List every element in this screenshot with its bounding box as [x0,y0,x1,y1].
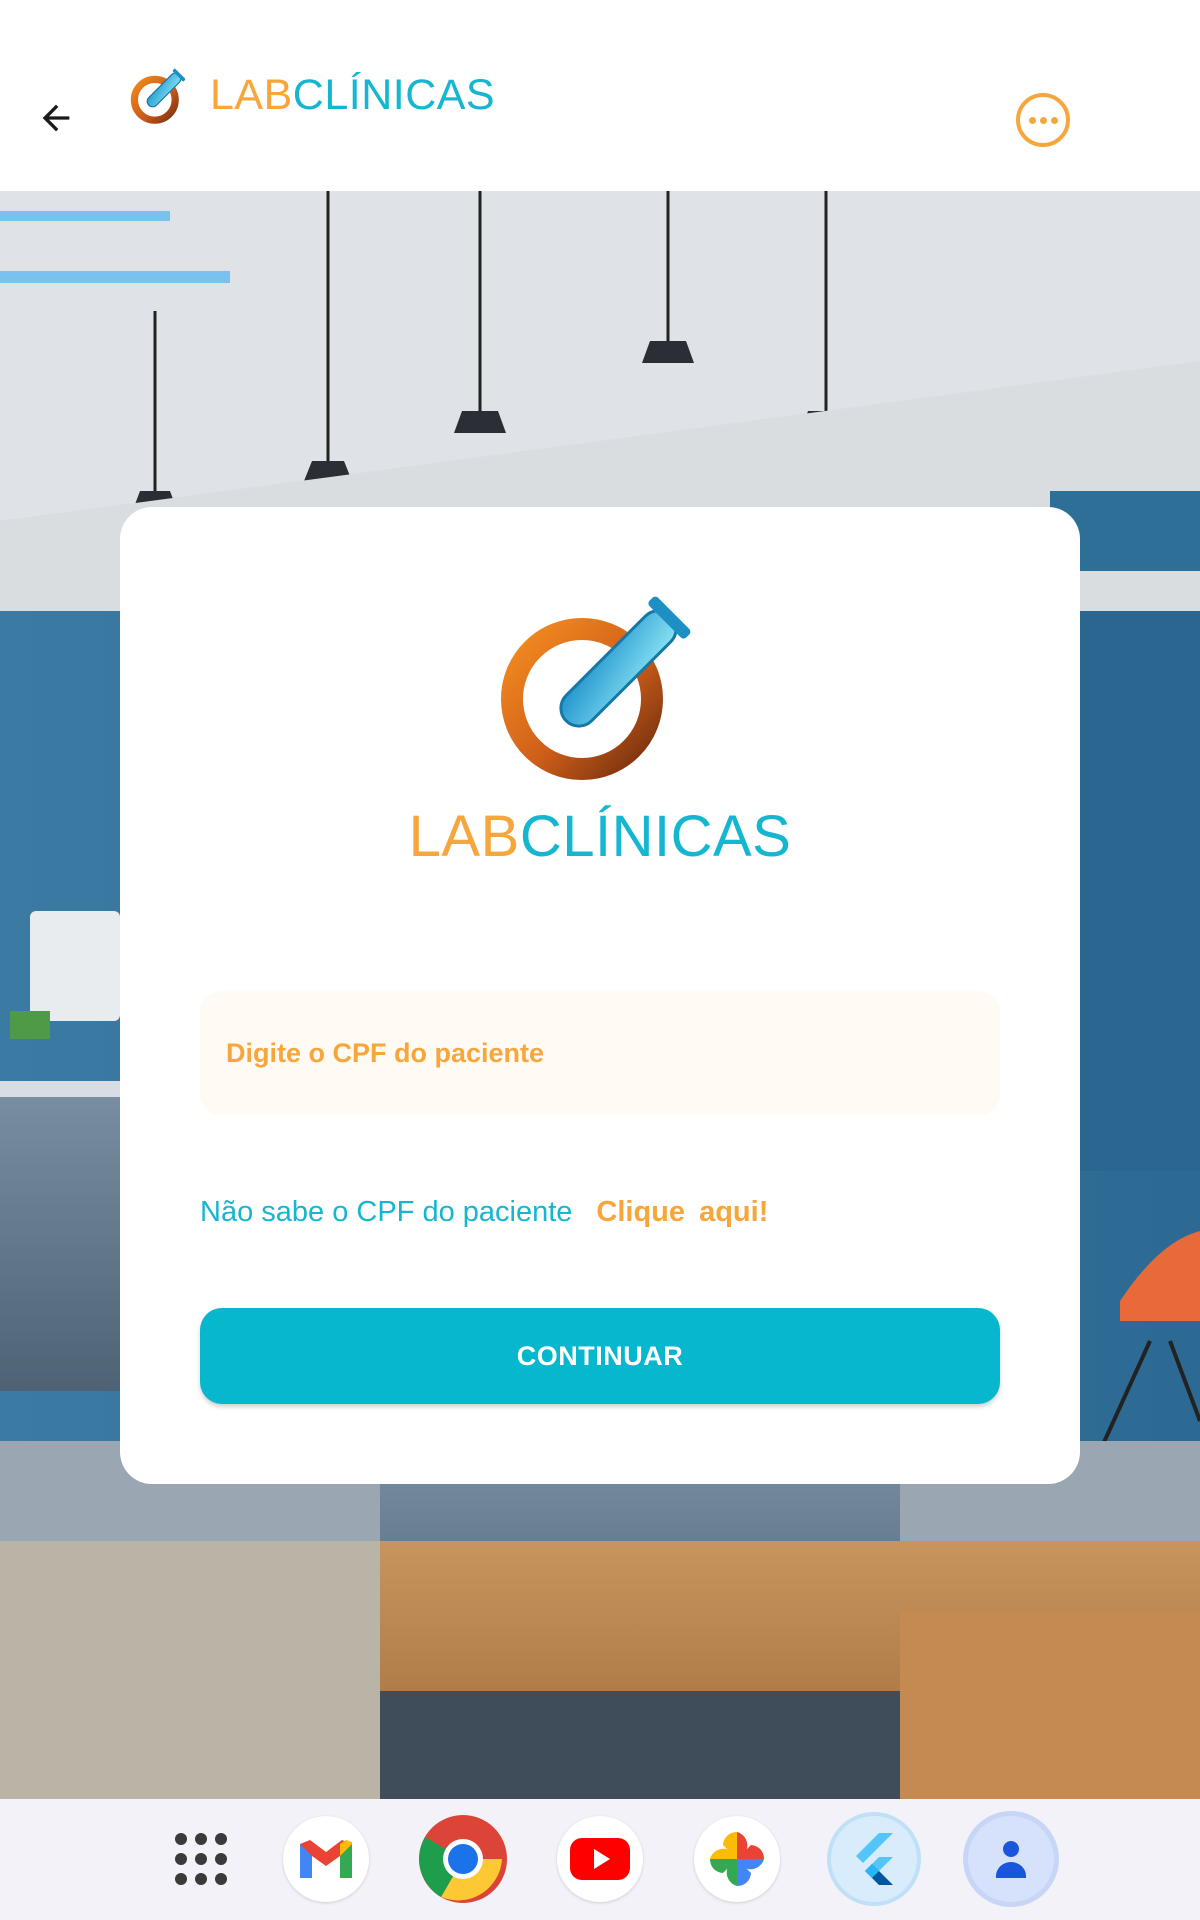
photos-icon [709,1831,765,1887]
card-brand-clinicas-text: CLÍNICAS [519,804,792,869]
cpf-help-row: Não sabe o CPF do paciente Clique aqui! [200,1196,768,1229]
grid-icon [175,1833,227,1885]
cpf-card: LABCLÍNICAS Não sabe o CPF do paciente C… [120,507,1080,1484]
more-options-button[interactable] [1016,93,1070,147]
cpf-input[interactable] [200,991,1000,1115]
dock-gmail-circle [283,1816,369,1902]
cpf-help-text: Não sabe o CPF do paciente [200,1196,573,1228]
dock-account[interactable] [965,1813,1057,1905]
more-dot [1039,116,1047,124]
gmail-icon [300,1840,352,1878]
labclinicas-logo-large-icon [501,596,691,780]
dock-youtube[interactable] [554,1813,646,1905]
click-here-link[interactable]: Clique aqui! [596,1196,768,1229]
dock-chrome[interactable] [417,1813,509,1905]
dock-gmail[interactable] [280,1813,372,1905]
header-logo: LABCLÍNICAS [126,62,495,128]
dock-account-circle [968,1816,1054,1902]
dock-photos-circle [694,1816,780,1902]
header-brand-name: LABCLÍNICAS [210,62,495,128]
continue-button[interactable]: CONTINUAR [200,1308,1000,1404]
chrome-icon [419,1815,507,1903]
app-dock [0,1799,1200,1920]
card-brand-name: LABCLÍNICAS [409,805,792,869]
flutter-icon [856,1833,893,1885]
dock-flutter[interactable] [828,1813,920,1905]
labclinicas-logo-icon [130,68,186,124]
more-dot [1050,116,1058,124]
back-button[interactable] [30,92,82,144]
dock-flutter-circle [831,1816,917,1902]
dock-photos[interactable] [691,1813,783,1905]
card-logo: LABCLÍNICAS [120,587,1080,869]
dock-youtube-circle [557,1816,643,1902]
dock-app-launcher[interactable] [155,1813,247,1905]
person-icon [996,1841,1026,1878]
arrow-left-icon [42,104,70,132]
more-horizontal-icon [1028,116,1036,124]
app-screen: LABCLÍNICAS LABCLÍNICAS Digite o CPF do … [0,0,1200,1920]
card-brand-lab-text: LAB [408,804,520,869]
brand-lab-text: LAB [210,71,293,119]
brand-clinicas-text: CLÍNICAS [292,71,496,119]
app-bar: LABCLÍNICAS [0,0,1200,191]
youtube-icon [570,1838,630,1880]
